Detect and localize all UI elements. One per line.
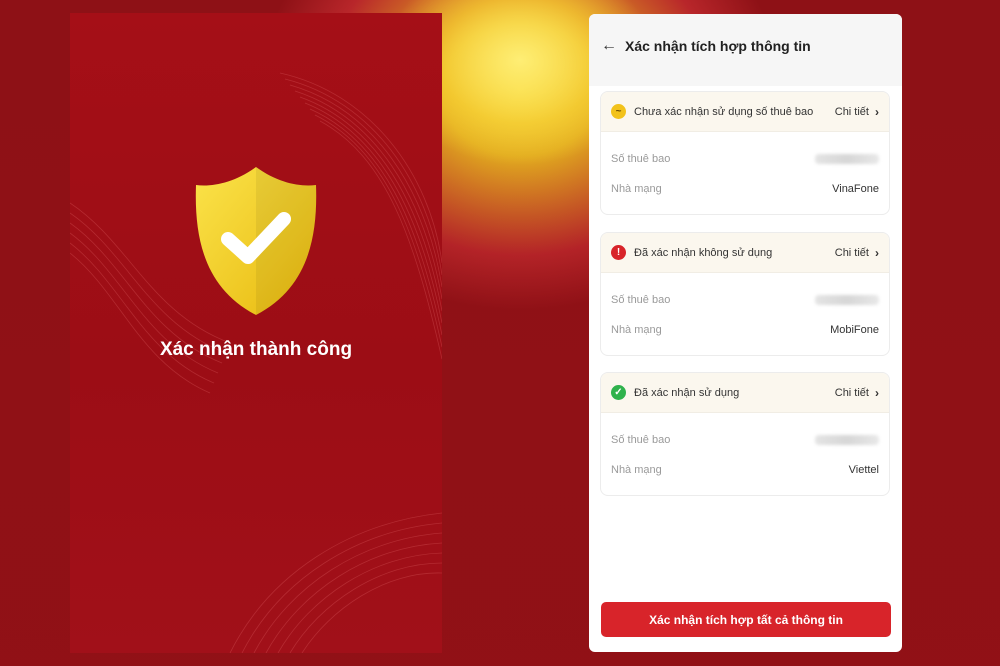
carrier-value: Viettel <box>848 464 879 476</box>
field-label: Nhà mạng <box>611 464 662 476</box>
pending-icon: ~ <box>611 104 626 119</box>
carrier-value: VinaFone <box>832 183 879 195</box>
subscription-card: ! Đã xác nhận không sử dụng Chi tiết › S… <box>600 232 890 356</box>
chevron-right-icon: › <box>875 104 879 119</box>
field-label: Số thuê bao <box>611 153 671 165</box>
app-header: ← Xác nhận tích hợp thông tin <box>589 14 902 86</box>
status-text: Chưa xác nhận sử dụng số thuê bao <box>634 105 814 118</box>
success-screen: Xác nhận thành công <box>70 13 442 653</box>
detail-link[interactable]: Chi tiết › <box>835 105 879 119</box>
chevron-right-icon: › <box>875 385 879 400</box>
wave-pattern <box>70 72 442 653</box>
redacted-phone-number <box>815 295 879 305</box>
field-label: Nhà mạng <box>611 183 662 195</box>
field-row: Nhà mạng VinaFone <box>601 174 889 204</box>
detail-link[interactable]: Chi tiết › <box>835 246 879 260</box>
integration-confirm-screen: ← Xác nhận tích hợp thông tin ~ Chưa xác… <box>589 14 902 652</box>
card-header: ! Đã xác nhận không sử dụng Chi tiết › <box>601 233 889 273</box>
field-row: Số thuê bao <box>601 425 889 455</box>
field-row: Nhà mạng Viettel <box>601 455 889 485</box>
redacted-phone-number <box>815 435 879 445</box>
check-circle-icon: ✓ <box>611 385 626 400</box>
success-title: Xác nhận thành công <box>159 339 353 360</box>
redacted-phone-number <box>815 154 879 164</box>
status-text: Đã xác nhận sử dụng <box>634 386 740 399</box>
field-row: Số thuê bao <box>601 144 889 174</box>
chevron-right-icon: › <box>875 245 879 260</box>
detail-label: Chi tiết <box>834 105 869 118</box>
field-row: Nhà mạng MobiFone <box>601 315 889 345</box>
arrow-left-icon[interactable]: ← <box>601 37 617 55</box>
shield-check-icon <box>188 161 324 321</box>
subscription-card: ✓ Đã xác nhận sử dụng Chi tiết › Số thuê… <box>600 372 890 496</box>
carrier-value: MobiFone <box>830 324 879 336</box>
detail-link[interactable]: Chi tiết › <box>835 386 879 400</box>
field-label: Số thuê bao <box>611 294 671 306</box>
subscription-card: ~ Chưa xác nhận sử dụng số thuê bao Chi … <box>600 91 890 215</box>
detail-label: Chi tiết <box>834 386 869 399</box>
status-text: Đã xác nhận không sử dụng <box>634 246 773 259</box>
error-icon: ! <box>611 245 626 260</box>
field-row: Số thuê bao <box>601 285 889 315</box>
detail-label: Chi tiết <box>834 246 869 259</box>
page-title: Xác nhận tích hợp thông tin <box>625 38 811 54</box>
field-label: Nhà mạng <box>611 324 662 336</box>
confirm-all-button[interactable]: Xác nhận tích hợp tất cả thông tin <box>601 602 891 637</box>
card-header: ✓ Đã xác nhận sử dụng Chi tiết › <box>601 373 889 413</box>
card-header: ~ Chưa xác nhận sử dụng số thuê bao Chi … <box>601 92 889 132</box>
field-label: Số thuê bao <box>611 434 671 446</box>
